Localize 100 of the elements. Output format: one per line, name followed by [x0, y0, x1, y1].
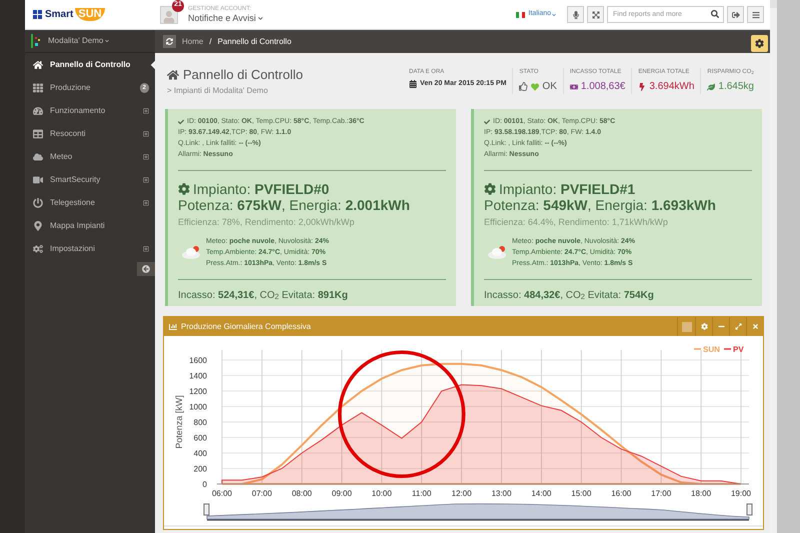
- sidebar-item[interactable]: Mappa Impianti: [25, 214, 155, 237]
- bar-chart-icon: [169, 322, 177, 330]
- axis-title: Potenza [kW]: [174, 395, 184, 449]
- axis-tick-label: 0: [202, 480, 207, 489]
- stat-value: 1.645kg: [718, 80, 754, 94]
- stat-value: 3.694kWh: [649, 80, 694, 94]
- logo-text: SUN: [75, 8, 105, 21]
- mode-dropdown[interactable]: Modalita' Demo: [48, 35, 110, 47]
- user-icon: [163, 10, 175, 22]
- bolt-icon: [638, 82, 646, 90]
- axis-tick-label: 11:00: [412, 489, 432, 498]
- minimize-icon: [718, 323, 724, 330]
- axis-tick-label: 10:00: [372, 489, 392, 498]
- axis-tick-label: 1400: [189, 372, 207, 380]
- axis-tick-label: 800: [194, 418, 207, 427]
- axis-tick-label: 18:00: [691, 489, 712, 498]
- plant-totals: Incasso: 484,32€, CO$_{2}$ Evitata: 754Kg: [484, 288, 655, 302]
- legend-item[interactable]: PV: [724, 345, 744, 354]
- check-icon: [178, 118, 184, 124]
- page-subtitle: > Impianti di Modalita' Demo: [167, 85, 269, 98]
- plant-totals: Incasso: 524,31€, CO$_{2}$ Evitata: 891Kg: [178, 288, 349, 302]
- arrow-left-icon: [142, 265, 150, 273]
- avatar[interactable]: [160, 6, 178, 24]
- legend-label: PV: [733, 345, 744, 354]
- fullscreen-button[interactable]: [587, 6, 604, 23]
- power-icon: [33, 198, 43, 208]
- cloud-icon: [33, 152, 43, 162]
- color-swatch-icon: [682, 322, 692, 332]
- gauge-icon: [33, 106, 43, 116]
- axis-tick-label: 06:00: [212, 489, 232, 498]
- leaf-icon: [707, 82, 716, 90]
- refresh-button[interactable]: [163, 35, 176, 48]
- microphone-icon: [572, 10, 580, 18]
- axis-tick-label: 14:00: [531, 489, 552, 498]
- sidebar-item[interactable]: Meteo: [25, 145, 155, 168]
- menu-button[interactable]: [747, 6, 764, 23]
- home-icon: [167, 68, 179, 80]
- flag-icon: [516, 12, 526, 18]
- axis-tick-label: 1000: [189, 402, 207, 412]
- axis-tick-label: 09:00: [332, 489, 352, 498]
- calendar-icon: [409, 80, 418, 88]
- axis-tick-label: 1600: [189, 356, 207, 365]
- legend-label: SUN: [703, 345, 720, 354]
- stat-value: 1.008,63€: [580, 80, 626, 94]
- color-button[interactable]: [677, 317, 695, 336]
- notifications-dropdown[interactable]: Notifiche e Avvisi: [188, 14, 263, 23]
- microphone-button[interactable]: [567, 6, 584, 23]
- settings-icon: [755, 39, 764, 48]
- menu-icon: [752, 10, 760, 18]
- table-icon: [33, 128, 43, 138]
- scrollbar[interactable]: [770, 0, 777, 533]
- logout-button[interactable]: [727, 6, 744, 23]
- grid-icon: [33, 82, 43, 92]
- gears-icon: [33, 244, 43, 254]
- settings-button[interactable]: [751, 35, 768, 52]
- gear-icon: [484, 183, 496, 195]
- home-icon: [33, 60, 43, 70]
- logo-text: Smart: [45, 10, 74, 20]
- axis-tick-label: 17:00: [651, 489, 672, 498]
- money-icon: [570, 82, 578, 90]
- sidebar-item[interactable]: Impostazioni: [25, 237, 155, 260]
- logout-icon: [732, 10, 740, 18]
- check-icon: [484, 118, 490, 124]
- video-camera-icon: [33, 174, 43, 184]
- caret-icon: [258, 16, 263, 21]
- refresh-icon: [166, 38, 173, 45]
- axis-tick-label: 13:00: [491, 489, 512, 498]
- page-title: Pannello di Controllo: [183, 66, 303, 84]
- axis-tick-label: 16:00: [611, 489, 632, 498]
- breadcrumb-link[interactable]: Home: [182, 36, 204, 48]
- cloud-sun-icon: [182, 245, 202, 259]
- search-icon: [711, 10, 719, 18]
- breadcrumb-current: Pannello di Controllo: [218, 36, 292, 48]
- settings-icon: [700, 323, 708, 330]
- axis-tick-label: 400: [194, 449, 207, 458]
- collapse-sidebar-button[interactable]: [137, 262, 155, 276]
- plant-title: Impianto: PVFIELD#1: [499, 181, 636, 197]
- gear-icon: [178, 183, 190, 195]
- axis-tick-label: 07:00: [252, 489, 272, 498]
- sidebar-item[interactable]: SmartSecurity: [25, 168, 155, 191]
- axis-tick-label: 08:00: [292, 489, 312, 498]
- axis-tick-label: 15:00: [571, 489, 592, 498]
- caret-icon: [105, 39, 110, 43]
- map-pin-icon: [33, 220, 43, 230]
- axis-tick-label: 19:00: [730, 489, 752, 498]
- logo-icon: [33, 10, 43, 20]
- sidebar-item[interactable]: Telegestione: [25, 191, 155, 214]
- heart-icon: [531, 82, 540, 90]
- plant-efficiency: Efficienza: 78%, Rendimento: 2,00kWh/kWp: [178, 216, 356, 229]
- sidebar-item[interactable]: Funzionamento: [25, 99, 155, 122]
- axis-tick-label: 200: [194, 464, 207, 474]
- plant-title: Impianto: PVFIELD#0: [193, 181, 330, 197]
- thumbs-up-icon: [519, 82, 528, 91]
- mode-icon: [31, 34, 41, 48]
- close-icon: [752, 323, 758, 330]
- sidebar-item[interactable]: Resoconti: [25, 122, 155, 145]
- fullscreen-icon: [734, 323, 742, 330]
- fullscreen-icon: [592, 10, 600, 18]
- axis-tick-label: 12:00: [452, 489, 472, 498]
- panel-title: Produzione Giornaliera Complessiva: [181, 320, 311, 332]
